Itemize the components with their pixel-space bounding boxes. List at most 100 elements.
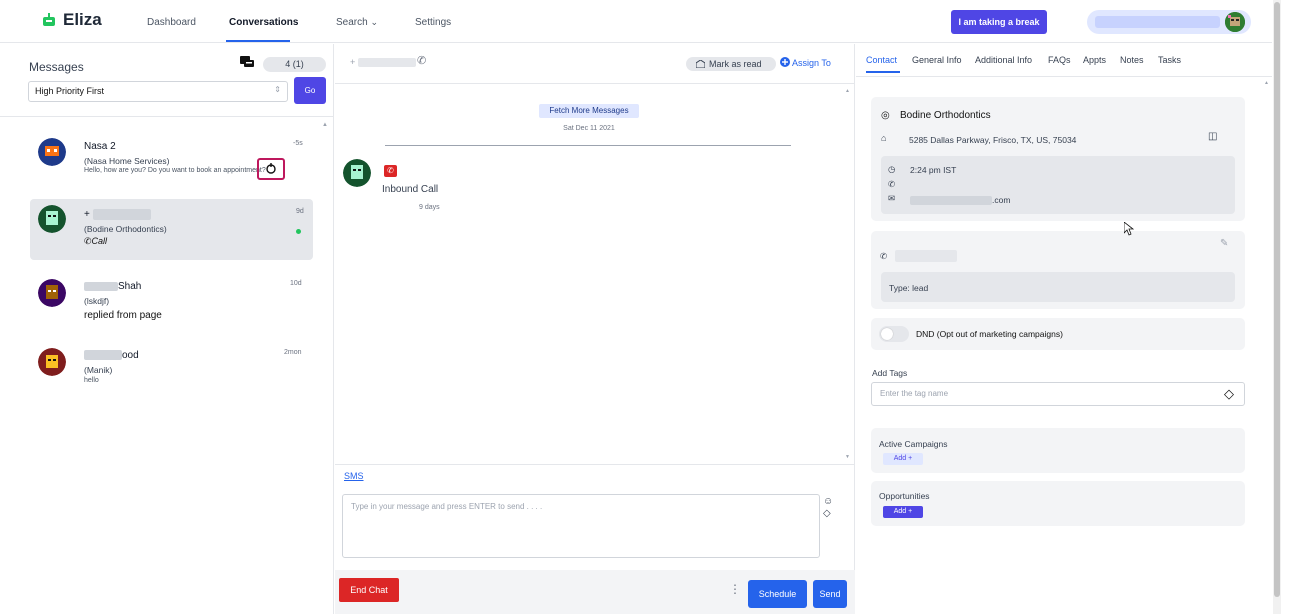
chat-action-bar: End Chat ⋮ Schedule Send (335, 570, 855, 614)
profile-menu[interactable] (1087, 10, 1251, 34)
priority-filter-value: High Priority First (35, 86, 105, 96)
online-dot (296, 229, 301, 234)
timer-icon (266, 163, 276, 174)
tab-general-info[interactable]: General Info (912, 55, 962, 65)
end-chat-button[interactable]: End Chat (339, 578, 399, 602)
chat-bubbles-icon[interactable] (240, 56, 255, 74)
divider (0, 116, 334, 117)
tab-faqs[interactable]: FAQs (1048, 55, 1071, 65)
message-text: Inbound Call (382, 184, 439, 195)
chat-panel: + ✆ Mark as read Assign To Fetch More Me… (335, 44, 855, 614)
mark-as-read-button[interactable]: Mark as read (686, 57, 776, 71)
profile-name-redacted (1095, 16, 1220, 28)
email-icon: ✉ (888, 193, 896, 203)
contact-business: (Nasa Home Services) (84, 156, 170, 166)
contact-business: (Manik) (84, 365, 113, 375)
scroll-down-icon[interactable]: ▼ (845, 454, 850, 460)
messages-title: Messages (29, 60, 84, 74)
avatar (38, 348, 66, 376)
priority-filter-select[interactable]: High Priority First ⇕ (28, 81, 288, 102)
phone-card: ✎ ✆ Type: lead (871, 231, 1245, 309)
conversation-item[interactable]: Shah (lskdjf) replied from page 10d (30, 269, 312, 329)
avatar (38, 205, 66, 233)
toggle-knob (881, 328, 893, 340)
add-tags-label: Add Tags (872, 368, 908, 378)
schedule-button[interactable]: Schedule (748, 580, 807, 608)
avatar (343, 159, 371, 187)
logo-text: Eliza (63, 10, 102, 29)
tab-sms[interactable]: SMS (344, 471, 364, 481)
nav-search[interactable]: Search ⌄ (336, 17, 378, 28)
tab-notes[interactable]: Notes (1120, 55, 1144, 65)
message-preview: Hello, how are you? Do you want to book … (84, 167, 266, 174)
tab-tasks[interactable]: Tasks (1158, 55, 1181, 65)
dnd-toggle[interactable] (879, 326, 909, 342)
assign-to-label: Assign To (792, 58, 831, 68)
home-icon: ⌂ (881, 133, 887, 143)
divider (385, 145, 791, 146)
redacted-phone (92, 209, 151, 220)
message-input[interactable]: Type in your message and press ENTER to … (342, 494, 820, 558)
logo-icon (43, 13, 55, 26)
copy-icon[interactable]: ◫ (1208, 131, 1217, 142)
dnd-label: DND (Opt out of marketing campaigns) (916, 329, 1063, 339)
send-button[interactable]: Send (813, 580, 847, 608)
assign-to-button[interactable]: Assign To (780, 57, 831, 68)
contact-surname: ood (122, 350, 139, 361)
phone-icon: ✆ (880, 251, 888, 261)
conversation-item-selected[interactable]: + (Bodine Orthodontics) ✆Call 9d (30, 199, 313, 260)
inbound-call-icon: ✆ (384, 165, 397, 177)
avatar (38, 138, 66, 166)
business-name: Bodine Orthodontics (900, 110, 991, 121)
tag-input[interactable]: Enter the tag name ◇ (871, 382, 1245, 406)
tag-icon[interactable]: ◇ (823, 508, 831, 519)
contact-name: + (84, 209, 151, 220)
message-preview: hello (84, 377, 99, 384)
chat-scrollbar[interactable]: ▲ ▼ (845, 88, 853, 460)
scroll-up-icon[interactable]: ▲ (845, 88, 850, 94)
contact-name: Shah (84, 281, 141, 292)
scroll-up-icon[interactable]: ▲ (1264, 80, 1269, 86)
contact-business: (Bodine Orthodontics) (84, 224, 167, 234)
fetch-more-messages-button[interactable]: Fetch More Messages (539, 104, 639, 118)
contact-name: ood (84, 350, 139, 361)
edit-pencil-icon[interactable]: ✎ (1220, 238, 1228, 249)
mark-as-read-label: Mark as read (709, 59, 762, 69)
conversation-time: -5s (293, 140, 303, 147)
tab-active-indicator (866, 71, 900, 73)
contact-panel: Contact General Info Additional Info FAQ… (856, 44, 1272, 614)
nav-conversations[interactable]: Conversations (229, 17, 298, 28)
tag-icon: ◇ (1224, 386, 1234, 401)
go-button[interactable]: Go (294, 77, 326, 104)
page-scrollbar-thumb[interactable] (1274, 2, 1280, 597)
mouse-cursor-icon (1124, 222, 1134, 236)
preview-text: Call (91, 236, 108, 246)
tab-appts[interactable]: Appts (1083, 55, 1106, 65)
chevron-down-icon: ⌄ (370, 17, 379, 27)
conversation-item[interactable]: ood (Manik) hello 2mon (30, 340, 312, 395)
phone-icon: ✆ (888, 179, 896, 189)
phone-call-icon[interactable]: ✆ (417, 54, 426, 67)
snooze-button[interactable] (257, 158, 285, 180)
logo[interactable]: Eliza (40, 10, 102, 30)
scroll-up-icon[interactable]: ▲ (322, 122, 328, 128)
nav-dashboard[interactable]: Dashboard (147, 17, 196, 28)
add-campaign-button[interactable]: Add + (883, 453, 923, 465)
tab-additional-info[interactable]: Additional Info (975, 55, 1032, 65)
redacted-phone (895, 250, 957, 262)
nav-settings[interactable]: Settings (415, 17, 451, 28)
select-arrows-icon: ⇕ (274, 85, 281, 94)
envelope-open-icon (696, 60, 705, 68)
tag-input-placeholder: Enter the tag name (880, 389, 949, 398)
emoji-icon[interactable]: ☺ (823, 496, 833, 507)
conversation-list-scrollbar[interactable]: ▲ (322, 122, 330, 612)
add-opportunity-button[interactable]: Add + (883, 506, 923, 518)
conversations-panel: Messages 4 (1) High Priority First ⇕ Go … (0, 44, 334, 614)
conversation-time: 9d (296, 208, 304, 215)
tab-contact[interactable]: Contact (866, 55, 897, 65)
more-options-icon[interactable]: ⋮ (729, 582, 741, 596)
active-campaigns-label: Active Campaigns (879, 439, 948, 449)
message-time: 9 days (419, 204, 440, 211)
taking-break-button[interactable]: I am taking a break (951, 10, 1047, 34)
conversation-time: 2mon (284, 349, 302, 356)
